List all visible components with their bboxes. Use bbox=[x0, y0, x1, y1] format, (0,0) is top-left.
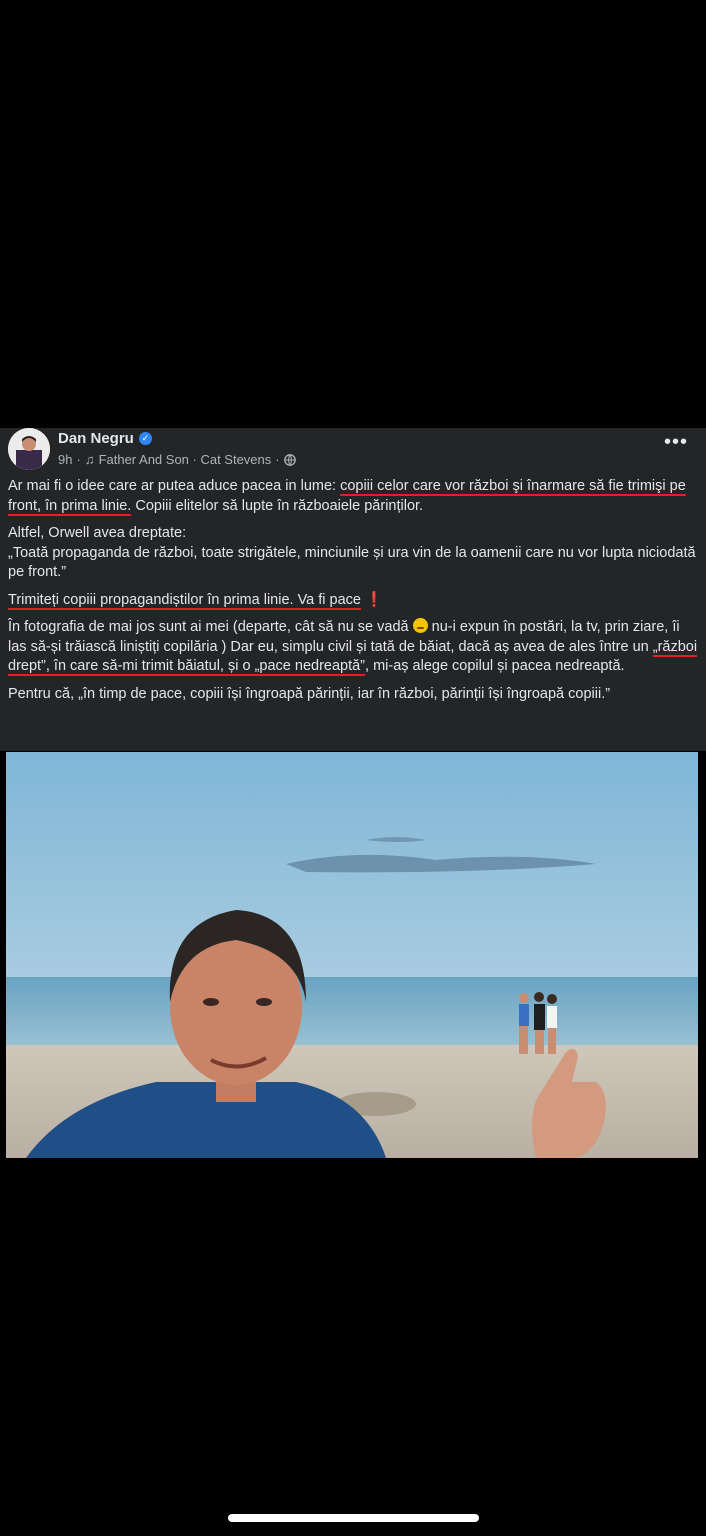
smiling-face-emoji-icon bbox=[412, 618, 428, 633]
paragraph-2: Altfel, Orwell avea dreptate: „Toată prop… bbox=[8, 524, 698, 583]
text-span: Pentru că, „în timp de pace, copiii își … bbox=[8, 685, 611, 702]
quote-text: „Toată propaganda de război, toate strig… bbox=[8, 544, 696, 581]
text-span: Ar mai fi o idee care ar putea aduce pac… bbox=[8, 478, 341, 494]
paragraph-3: Trimiteți copiii propagandiștilor în pri… bbox=[8, 591, 698, 611]
post-photo[interactable] bbox=[6, 752, 698, 1158]
exclamation-icon: ❗ bbox=[365, 591, 384, 608]
paragraph-4: În fotografia de mai jos sunt ai mei (de… bbox=[8, 618, 698, 677]
more-options-button[interactable]: ••• bbox=[664, 432, 688, 452]
author-name-text[interactable]: Dan Negru bbox=[58, 430, 134, 447]
text-span: Altfel, Orwell avea dreptate: bbox=[8, 525, 187, 541]
separator: · bbox=[275, 452, 280, 467]
paragraph-5: Pentru că, „în timp de pace, copiii își … bbox=[8, 685, 698, 705]
beach-selfie-image bbox=[6, 752, 698, 1158]
text-span: Copiii elitelor să lupte în războaiele p… bbox=[131, 497, 424, 514]
post-time[interactable]: 9h bbox=[58, 452, 72, 467]
separator: · bbox=[76, 452, 81, 467]
post-meta: 9h · ♫ Father And Son · Cat Stevens · bbox=[58, 452, 296, 467]
text-span: , mi-aș alege copilul și pacea nedreaptă… bbox=[365, 658, 625, 674]
paragraph-1: Ar mai fi o idee care ar putea aduce pac… bbox=[8, 477, 698, 516]
underlined-text: Trimiteți copiii propagandiștilor în pri… bbox=[8, 591, 361, 608]
facebook-post: Dan Negru ✓ 9h · ♫ Father And Son · Cat … bbox=[0, 428, 706, 751]
avatar[interactable] bbox=[8, 428, 50, 470]
home-indicator[interactable] bbox=[228, 1514, 479, 1522]
verified-badge-icon: ✓ bbox=[138, 432, 152, 445]
avatar-image bbox=[8, 428, 50, 470]
globe-icon bbox=[283, 453, 296, 466]
music-note-icon: ♫ bbox=[84, 452, 95, 467]
text-span: În fotografia de mai jos sunt ai mei (de… bbox=[8, 619, 413, 635]
post-text: Ar mai fi o idee care ar putea aduce pac… bbox=[8, 477, 698, 712]
author-name[interactable]: Dan Negru ✓ bbox=[58, 430, 152, 447]
song-title[interactable]: Father And Son · Cat Stevens bbox=[99, 452, 272, 467]
